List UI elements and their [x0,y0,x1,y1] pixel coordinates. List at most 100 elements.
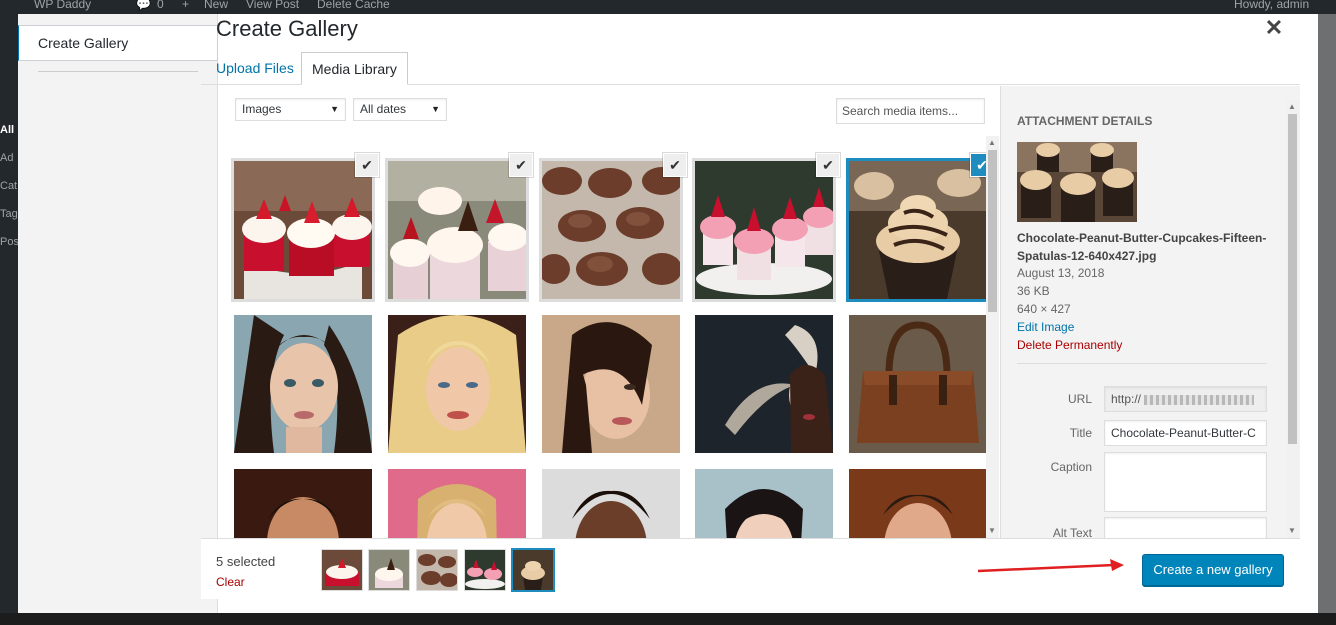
selection-thumb-image [322,550,362,590]
annotation-arrow [977,559,1124,573]
scroll-down-icon[interactable]: ▼ [1288,526,1296,535]
admin-menu-item[interactable]: Ad [0,152,18,166]
title-field[interactable]: Chocolate-Peanut-Butter-C [1104,420,1267,446]
attachment-preview [1017,142,1137,222]
grid-item-6[interactable] [388,315,526,453]
selection-thumb[interactable] [369,550,409,590]
admin-bar-site[interactable]: WP Daddy [34,0,91,11]
attachment-image [234,469,372,538]
grid-item-7[interactable] [542,315,680,453]
attachment-filename: Chocolate-Peanut-Butter-Cupcakes-Fifteen… [1017,231,1267,263]
tab-media-library[interactable]: Media Library [301,52,408,85]
tab-upload-files[interactable]: Upload Files [206,52,304,85]
delete-permanently-link[interactable]: Delete Permanently [1017,338,1122,352]
checkmark-icon[interactable]: ✔ [663,153,687,177]
attachment-image [388,469,526,538]
grid-item-4[interactable] [846,158,986,302]
details-scrollbar[interactable]: ▲ ▼ [1286,100,1299,538]
caption-label: Caption [1050,460,1092,474]
attachment-image [542,161,680,299]
media-grid: ✔ ✔ ✔ ✔ ✔ [201,136,986,538]
selection-thumb[interactable] [322,550,362,590]
title-label: Title [1069,426,1092,440]
admin-bar-new[interactable]: New [204,0,228,11]
checkmark-icon[interactable]: ✔ [970,153,986,177]
edit-image-link[interactable]: Edit Image [1017,320,1074,334]
clear-selection-link[interactable]: Clear [216,575,245,589]
sidebar-item-create-gallery[interactable]: Create Gallery [18,25,218,61]
alt-text-field[interactable] [1104,517,1267,538]
url-value: http:// [1111,392,1142,406]
media-type-select[interactable]: Images ▼ [235,98,346,121]
url-field[interactable]: http:// [1104,386,1267,412]
scroll-up-icon[interactable]: ▲ [988,138,996,147]
admin-bar-comments[interactable]: 0 [157,0,164,11]
modal-title: Create Gallery [216,16,358,41]
admin-menu-item[interactable]: Pos [0,236,19,250]
scrollbar-thumb[interactable] [1288,114,1297,444]
grid-item-10[interactable] [234,469,372,538]
attachment-image [849,161,986,299]
sidebar-separator [38,71,198,72]
chevron-down-icon: ▼ [330,104,339,114]
selection-thumb[interactable] [465,550,505,590]
grid-item-13[interactable] [695,469,833,538]
date-select[interactable]: All dates ▼ [353,98,447,121]
modal-sidebar: Create Gallery [18,14,218,613]
attachment-image [695,161,833,299]
chevron-down-icon: ▼ [431,104,440,114]
scrollbar-thumb[interactable] [988,150,997,312]
scroll-down-icon[interactable]: ▼ [988,526,996,535]
grid-item-5[interactable] [234,315,372,453]
selection-thumb[interactable] [417,550,457,590]
attachment-filesize: 36 KB [1017,284,1050,298]
selection-thumb-image [369,550,409,590]
attachment-dimensions: 640 × 427 [1017,302,1071,316]
grid-scrollbar[interactable]: ▲ ▼ [986,136,999,538]
grid-item-9[interactable] [849,315,986,453]
url-label: URL [1067,392,1092,406]
grid-item-11[interactable] [388,469,526,538]
checkmark-icon[interactable]: ✔ [355,153,379,177]
grid-item-2[interactable] [539,158,683,302]
selection-thumb-image [513,550,553,590]
checkmark-icon[interactable]: ✔ [509,153,533,177]
admin-menu-item[interactable]: All [0,124,18,138]
checkmark-icon[interactable]: ✔ [816,153,840,177]
grid-item-1[interactable] [385,158,529,302]
admin-bar-view-post[interactable]: View Post [246,0,299,11]
scroll-up-icon[interactable]: ▲ [1288,102,1296,111]
plus-icon[interactable]: + [182,0,189,11]
caption-textarea[interactable] [1104,452,1267,512]
attachment-preview-image [1017,142,1137,222]
admin-menu-item[interactable]: Cat [0,180,18,194]
grid-item-0[interactable] [231,158,375,302]
attachment-image [234,315,372,453]
background-overlay [1318,14,1336,625]
attachment-image [542,469,680,538]
admin-bar-delete-cache[interactable]: Delete Cache [317,0,390,11]
admin-menu-item[interactable]: Tag [0,208,18,222]
search-input[interactable]: Search media items... [836,98,985,124]
media-toolbar-footer [201,538,1300,599]
selection-count: 5 selected [216,554,276,569]
create-new-gallery-button[interactable]: Create a new gallery [1142,554,1284,586]
grid-item-8[interactable] [695,315,833,453]
grid-item-12[interactable] [542,469,680,538]
redacted-url [1144,394,1255,405]
admin-bar-howdy[interactable]: Howdy, admin [1234,0,1309,11]
grid-item-3[interactable] [692,158,836,302]
selection-thumb-image [417,550,457,590]
selection-thumb-image [465,550,505,590]
attachment-image [388,315,526,453]
comments-icon[interactable]: 💬 [136,0,151,11]
grid-item-14[interactable] [849,469,986,538]
media-type-value: Images [242,102,282,116]
attachment-image [542,315,680,453]
attachment-image [695,315,833,453]
attachment-date: August 13, 2018 [1017,266,1105,280]
admin-bar: WP Daddy 💬 0 + New View Post Delete Cach… [0,0,1336,14]
selection-thumb-active[interactable] [513,550,553,590]
background-overlay [0,613,1336,625]
close-icon[interactable]: ✕ [1262,16,1286,40]
